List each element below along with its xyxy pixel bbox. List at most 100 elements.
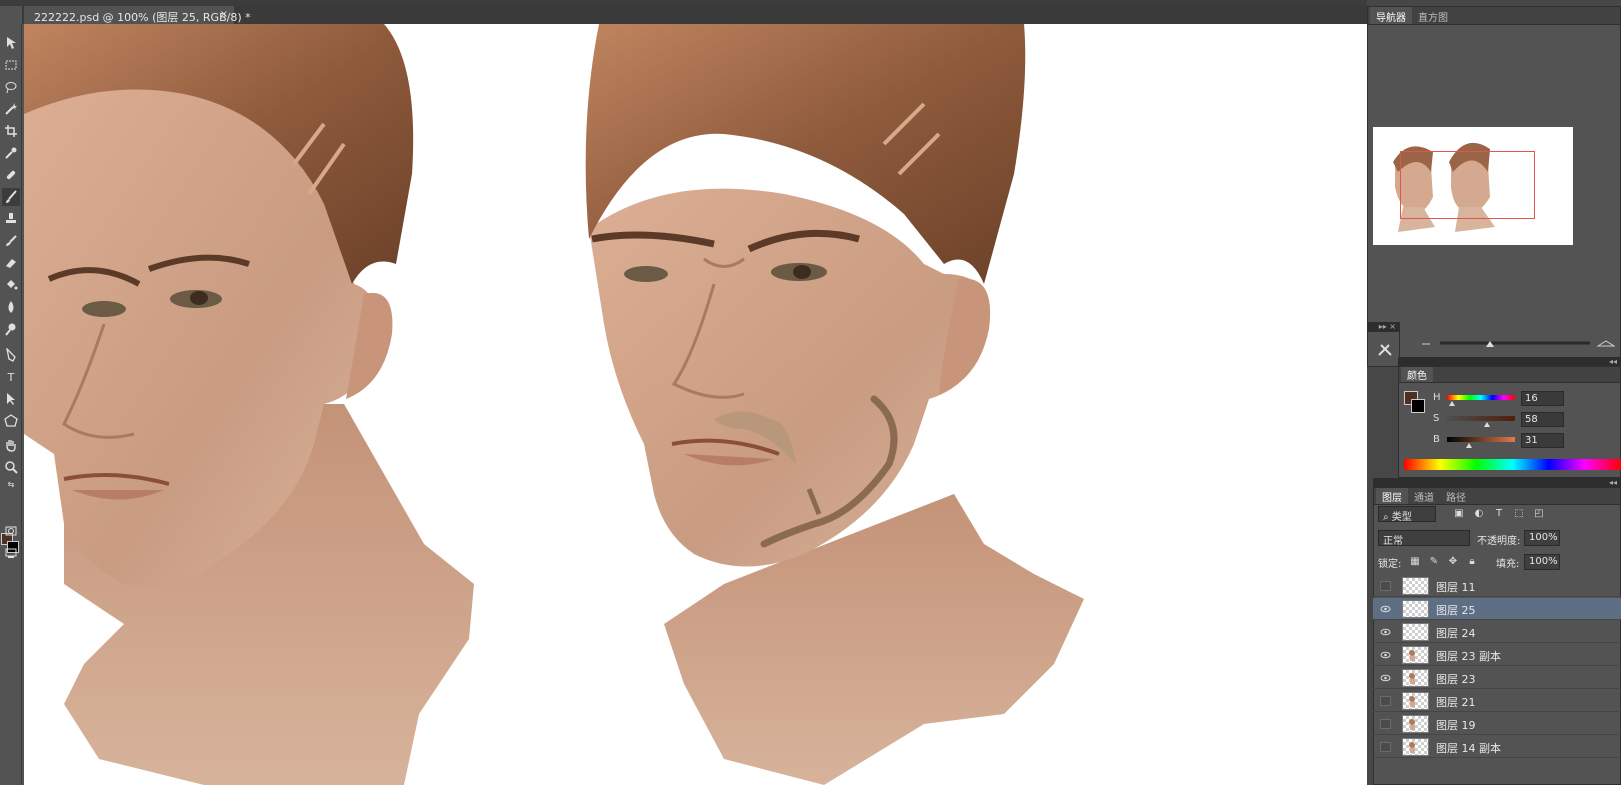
layer-row[interactable]: 图层 11 [1373, 575, 1621, 597]
tool-presets-icon[interactable] [1377, 343, 1393, 360]
fill-field[interactable]: 100% [1524, 554, 1560, 570]
navigator-zoom-slider[interactable] [1420, 338, 1616, 348]
document-tab[interactable]: 222222.psd @ 100% (图层 25, RGB/8) * × [24, 6, 251, 24]
paint-bucket-tool-icon[interactable] [2, 276, 20, 294]
eye-icon[interactable] [1380, 673, 1391, 683]
opacity-field[interactable]: 100% [1524, 530, 1560, 546]
search-icon: ⌕ [1383, 512, 1392, 523]
layer-row[interactable]: 图层 21 [1373, 690, 1621, 712]
saturation-slider-knob[interactable] [1484, 422, 1490, 427]
lock-position-icon[interactable]: ✥ [1447, 556, 1459, 568]
hue-slider-knob[interactable] [1449, 401, 1455, 406]
eye-icon[interactable] [1380, 650, 1391, 660]
layer-thumbnail [1402, 577, 1429, 595]
image-filter-icon[interactable]: ▣ [1453, 508, 1465, 520]
document-tab-title: 222222.psd @ 100% (图层 25, RGB/8) * [34, 11, 251, 24]
visibility-toggle[interactable] [1380, 719, 1391, 729]
saturation-slider[interactable] [1447, 416, 1515, 427]
layer-thumbnail [1402, 692, 1429, 710]
layer-name: 图层 19 [1436, 719, 1476, 732]
dodge-tool-icon[interactable] [2, 320, 20, 338]
color-swatch-pair[interactable] [1404, 391, 1426, 413]
layer-name: 图层 21 [1436, 696, 1476, 709]
magic-wand-tool-icon[interactable] [2, 100, 20, 118]
saturation-row: S [1433, 413, 1515, 427]
brightness-label: B [1433, 434, 1440, 445]
brush-tool-icon[interactable] [2, 188, 20, 206]
healing-brush-tool-icon[interactable] [2, 166, 20, 184]
layer-thumbnail [1402, 738, 1429, 756]
hue-value-field[interactable]: 16 [1521, 391, 1564, 406]
visibility-toggle[interactable] [1380, 696, 1391, 706]
layer-thumbnail [1402, 623, 1429, 641]
opacity-label: 不透明度: [1477, 536, 1521, 547]
adjustment-filter-icon[interactable]: ◐ [1473, 508, 1485, 520]
document-tab-bar: 222222.psd @ 100% (图层 25, RGB/8) * × [22, 6, 1367, 24]
brightness-slider[interactable] [1447, 437, 1515, 448]
shape-tool-icon[interactable] [2, 412, 20, 430]
layer-thumbnail [1402, 600, 1429, 618]
blend-mode-dropdown[interactable]: 正常 [1378, 530, 1470, 547]
hue-row: H [1433, 392, 1515, 406]
fill-label: 填充: [1496, 559, 1520, 570]
tab-paths[interactable]: 路径 [1440, 488, 1472, 504]
layer-row[interactable]: 图层 25 [1373, 598, 1621, 620]
lock-all-icon[interactable]: 🔒︎ [1466, 556, 1478, 568]
eye-icon[interactable] [1380, 627, 1391, 637]
clone-stamp-tool-icon[interactable] [2, 210, 20, 228]
saturation-value-field[interactable]: 58 [1521, 412, 1564, 427]
blur-tool-icon[interactable] [2, 298, 20, 316]
layer-row[interactable]: 图层 23 [1373, 667, 1621, 689]
color-panel-collapse[interactable]: ◂◂ [1398, 357, 1621, 366]
tab-histogram[interactable]: 直方图 [1412, 7, 1454, 24]
hue-slider[interactable] [1447, 395, 1515, 406]
tab-channels[interactable]: 通道 [1408, 488, 1440, 504]
layers-panel-collapse[interactable]: ◂◂ [1373, 478, 1621, 487]
shape-filter-icon[interactable]: ⬚ [1513, 508, 1525, 520]
pen-tool-icon[interactable] [2, 346, 20, 364]
layer-row[interactable]: 图层 24 [1373, 621, 1621, 643]
crop-tool-icon[interactable] [2, 122, 20, 140]
move-tool-icon[interactable] [2, 34, 20, 52]
tab-navigator[interactable]: 导航器 [1370, 7, 1412, 24]
color-spectrum-bar[interactable] [1404, 459, 1621, 470]
screen-mode-icon[interactable] [2, 544, 20, 562]
lock-transparent-icon[interactable]: ▦ [1409, 556, 1421, 568]
close-icon[interactable]: × [220, 9, 228, 20]
path-selection-tool-icon[interactable] [2, 390, 20, 408]
type-tool-icon[interactable]: T [2, 368, 20, 386]
panel-strip-header[interactable]: ▸▸ × [1367, 322, 1400, 331]
brightness-value-field[interactable]: 31 [1521, 433, 1564, 448]
swap-colors-icon[interactable]: ⇆ [2, 479, 20, 489]
quick-mask-icon[interactable] [2, 522, 20, 540]
lasso-tool-icon[interactable] [2, 78, 20, 96]
layer-row[interactable]: 图层 14 副本 [1373, 736, 1621, 758]
tab-layers[interactable]: 图层 [1376, 488, 1408, 504]
lock-pixels-icon[interactable]: ✎ [1428, 556, 1440, 568]
type-filter-icon[interactable]: T [1493, 508, 1505, 520]
navigator-view-box[interactable] [1400, 151, 1535, 219]
history-brush-tool-icon[interactable] [2, 232, 20, 250]
layer-name: 图层 14 副本 [1436, 742, 1501, 755]
visibility-toggle[interactable] [1380, 742, 1391, 752]
layer-filter-dropdown[interactable]: ⌕ 类型 [1378, 506, 1436, 523]
navigator-thumbnail[interactable] [1373, 127, 1573, 245]
navigator-tabs: 导航器 直方图 [1368, 7, 1620, 25]
layer-thumbnail [1402, 715, 1429, 733]
hand-tool-icon[interactable] [2, 436, 20, 454]
layer-thumbnail [1402, 646, 1429, 664]
layer-row[interactable]: 图层 19 [1373, 713, 1621, 735]
eyedropper-tool-icon[interactable] [2, 144, 20, 162]
document-canvas[interactable] [24, 24, 1367, 785]
tab-color[interactable]: 颜色 [1401, 367, 1433, 382]
marquee-tool-icon[interactable] [2, 56, 20, 74]
color-panel-background-swatch[interactable] [1411, 399, 1425, 413]
layer-row[interactable]: 图层 23 副本 [1373, 644, 1621, 666]
smart-object-filter-icon[interactable]: ◰ [1533, 508, 1545, 520]
brightness-slider-knob[interactable] [1466, 443, 1472, 448]
visibility-toggle[interactable] [1380, 581, 1391, 591]
zoom-tool-icon[interactable] [2, 458, 20, 476]
eraser-tool-icon[interactable] [2, 254, 20, 272]
layer-thumbnail [1402, 669, 1429, 687]
eye-icon[interactable] [1380, 604, 1391, 614]
